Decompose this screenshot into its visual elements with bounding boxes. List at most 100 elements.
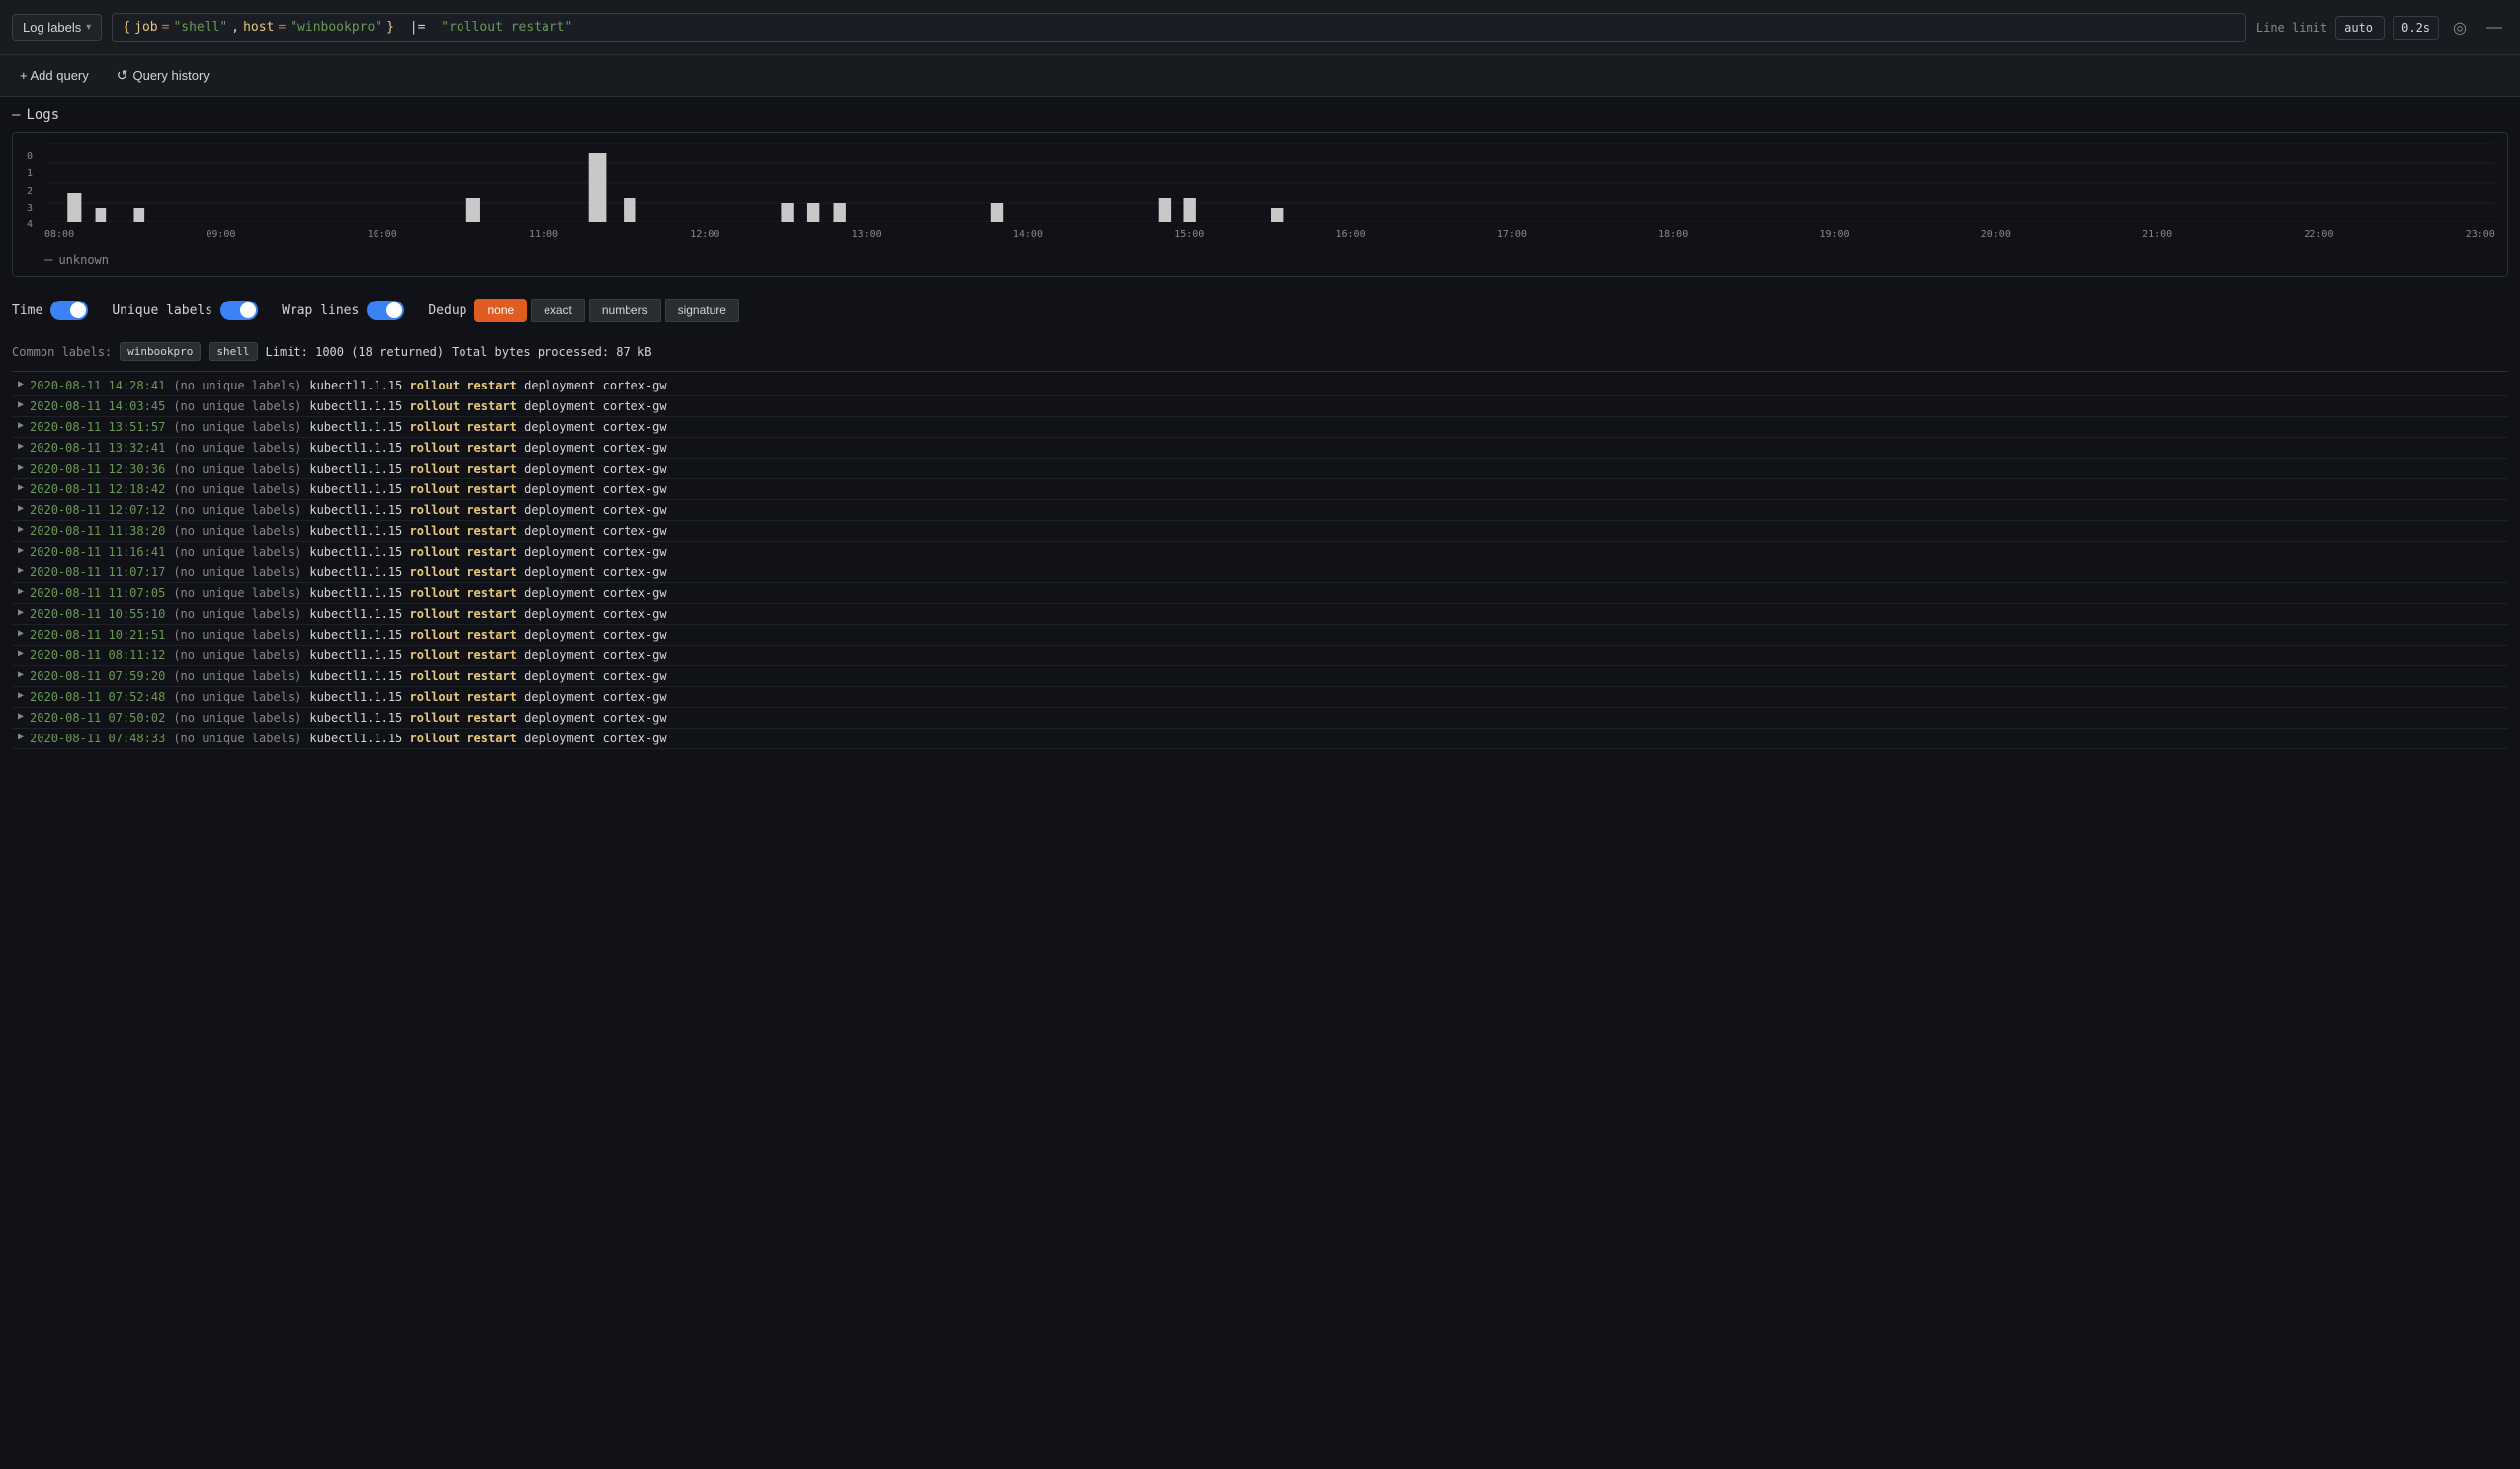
label-chip-winbookpro: winbookpro	[120, 342, 201, 361]
log-rows-container: ▶ 2020-08-11 14:28:41 (no unique labels)…	[12, 376, 2508, 749]
log-timestamp: 2020-08-11 07:59:20	[30, 669, 173, 683]
log-timestamp: 2020-08-11 12:18:42	[30, 482, 173, 496]
line-limit-label: Line limit	[2256, 21, 2327, 35]
log-message: kubectl1.1.15 rollout restart deployment…	[309, 462, 666, 475]
query-eq2: =	[278, 20, 286, 35]
log-row[interactable]: ▶ 2020-08-11 11:38:20 (no unique labels)…	[12, 521, 2508, 542]
log-message: kubectl1.1.15 rollout restart deployment…	[309, 399, 666, 413]
log-expand-button[interactable]: ▶	[12, 399, 30, 410]
log-expand-button[interactable]: ▶	[12, 711, 30, 722]
log-labels-col: (no unique labels)	[173, 524, 309, 538]
log-row[interactable]: ▶ 2020-08-11 14:28:41 (no unique labels)…	[12, 376, 2508, 396]
log-expand-button[interactable]: ▶	[12, 441, 30, 452]
query-job-val: "shell"	[173, 20, 227, 35]
log-labels-col: (no unique labels)	[173, 607, 309, 621]
log-timestamp: 2020-08-11 10:55:10	[30, 607, 173, 621]
time-badge: 0.2s	[2393, 16, 2439, 40]
query-close-brace: }	[386, 20, 394, 35]
log-expand-button[interactable]: ▶	[12, 379, 30, 389]
log-row[interactable]: ▶ 2020-08-11 13:51:57 (no unique labels)…	[12, 417, 2508, 438]
query-comma: ,	[231, 20, 239, 35]
add-query-button[interactable]: + Add query	[12, 64, 97, 87]
add-query-label: + Add query	[20, 68, 89, 83]
log-message: kubectl1.1.15 rollout restart deployment…	[309, 565, 666, 579]
time-toggle[interactable]	[50, 301, 88, 320]
log-row[interactable]: ▶ 2020-08-11 07:52:48 (no unique labels)…	[12, 687, 2508, 708]
log-expand-button[interactable]: ▶	[12, 607, 30, 618]
log-expand-button[interactable]: ▶	[12, 482, 30, 493]
log-timestamp: 2020-08-11 12:30:36	[30, 462, 173, 475]
query-history-button[interactable]: ↺ Query history	[109, 63, 217, 88]
chart-y-labels: 4 3 2 1 0	[25, 151, 33, 230]
log-timestamp: 2020-08-11 13:32:41	[30, 441, 173, 455]
log-message: kubectl1.1.15 rollout restart deployment…	[309, 441, 666, 455]
log-labels-col: (no unique labels)	[173, 399, 309, 413]
log-labels-col: (no unique labels)	[173, 690, 309, 704]
log-row[interactable]: ▶ 2020-08-11 07:50:02 (no unique labels)…	[12, 708, 2508, 729]
log-labels-col: (no unique labels)	[173, 669, 309, 683]
log-expand-button[interactable]: ▶	[12, 648, 30, 659]
line-limit-input[interactable]: auto	[2335, 16, 2385, 40]
log-row[interactable]: ▶ 2020-08-11 12:07:12 (no unique labels)…	[12, 500, 2508, 521]
log-timestamp: 2020-08-11 11:07:17	[30, 565, 173, 579]
log-row[interactable]: ▶ 2020-08-11 07:59:20 (no unique labels)…	[12, 666, 2508, 687]
log-expand-button[interactable]: ▶	[12, 420, 30, 431]
log-row[interactable]: ▶ 2020-08-11 10:55:10 (no unique labels)…	[12, 604, 2508, 625]
log-row[interactable]: ▶ 2020-08-11 13:32:41 (no unique labels)…	[12, 438, 2508, 459]
dedup-exact-button[interactable]: exact	[531, 299, 585, 322]
log-labels-col: (no unique labels)	[173, 462, 309, 475]
query-job-key: job	[134, 20, 157, 35]
history-icon: ↺	[117, 67, 128, 84]
query-eq1: =	[162, 20, 170, 35]
log-row[interactable]: ▶ 2020-08-11 10:21:51 (no unique labels)…	[12, 625, 2508, 646]
legend-label: unknown	[58, 253, 109, 267]
log-expand-button[interactable]: ▶	[12, 524, 30, 535]
log-labels-col: (no unique labels)	[173, 628, 309, 642]
log-expand-button[interactable]: ▶	[12, 462, 30, 473]
log-row[interactable]: ▶ 2020-08-11 08:11:12 (no unique labels)…	[12, 646, 2508, 666]
log-expand-button[interactable]: ▶	[12, 628, 30, 639]
log-row[interactable]: ▶ 2020-08-11 11:07:17 (no unique labels)…	[12, 562, 2508, 583]
log-message: kubectl1.1.15 rollout restart deployment…	[309, 420, 666, 434]
log-row[interactable]: ▶ 2020-08-11 11:07:05 (no unique labels)…	[12, 583, 2508, 604]
log-timestamp: 2020-08-11 13:51:57	[30, 420, 173, 434]
log-message: kubectl1.1.15 rollout restart deployment…	[309, 732, 666, 745]
log-row[interactable]: ▶ 2020-08-11 12:30:36 (no unique labels)…	[12, 459, 2508, 479]
logs-title: Logs	[26, 107, 59, 123]
second-toolbar: + Add query ↺ Query history	[0, 55, 2520, 97]
dedup-signature-button[interactable]: signature	[665, 299, 739, 322]
log-row[interactable]: ▶ 2020-08-11 11:16:41 (no unique labels)…	[12, 542, 2508, 562]
unique-labels-toggle[interactable]	[220, 301, 258, 320]
log-expand-button[interactable]: ▶	[12, 732, 30, 742]
wrap-lines-toggle[interactable]	[367, 301, 404, 320]
log-expand-button[interactable]: ▶	[12, 565, 30, 576]
dedup-label: Dedup	[428, 303, 466, 318]
log-labels-button[interactable]: Log labels ▾	[12, 14, 102, 41]
log-row[interactable]: ▶ 2020-08-11 07:48:33 (no unique labels)…	[12, 729, 2508, 749]
log-expand-button[interactable]: ▶	[12, 503, 30, 514]
log-message: kubectl1.1.15 rollout restart deployment…	[309, 648, 666, 662]
minus-button[interactable]: —	[2480, 17, 2508, 39]
log-labels-col: (no unique labels)	[173, 482, 309, 496]
unique-labels-control: Unique labels	[112, 301, 258, 320]
log-labels-col: (no unique labels)	[173, 586, 309, 600]
collapse-icon[interactable]: —	[12, 107, 20, 123]
log-row[interactable]: ▶ 2020-08-11 14:03:45 (no unique labels)…	[12, 396, 2508, 417]
log-row[interactable]: ▶ 2020-08-11 12:18:42 (no unique labels)…	[12, 479, 2508, 500]
common-labels-label: Common labels:	[12, 345, 112, 359]
query-input[interactable]: {job="shell",host="winbookpro"} |= "roll…	[112, 13, 2246, 42]
log-expand-button[interactable]: ▶	[12, 669, 30, 680]
dedup-numbers-button[interactable]: numbers	[589, 299, 661, 322]
limit-text: Limit: 1000 (18 returned)	[266, 345, 445, 359]
eye-icon-button[interactable]: ◎	[2447, 16, 2473, 40]
log-expand-button[interactable]: ▶	[12, 545, 30, 556]
log-message: kubectl1.1.15 rollout restart deployment…	[309, 524, 666, 538]
query-host-val: "winbookpro"	[290, 20, 382, 35]
log-expand-button[interactable]: ▶	[12, 586, 30, 597]
log-labels-col: (no unique labels)	[173, 420, 309, 434]
bytes-text: Total bytes processed: 87 kB	[452, 345, 651, 359]
log-expand-button[interactable]: ▶	[12, 690, 30, 701]
log-labels-col: (no unique labels)	[173, 379, 309, 392]
log-labels-col: (no unique labels)	[173, 732, 309, 745]
dedup-none-button[interactable]: none	[474, 299, 527, 322]
